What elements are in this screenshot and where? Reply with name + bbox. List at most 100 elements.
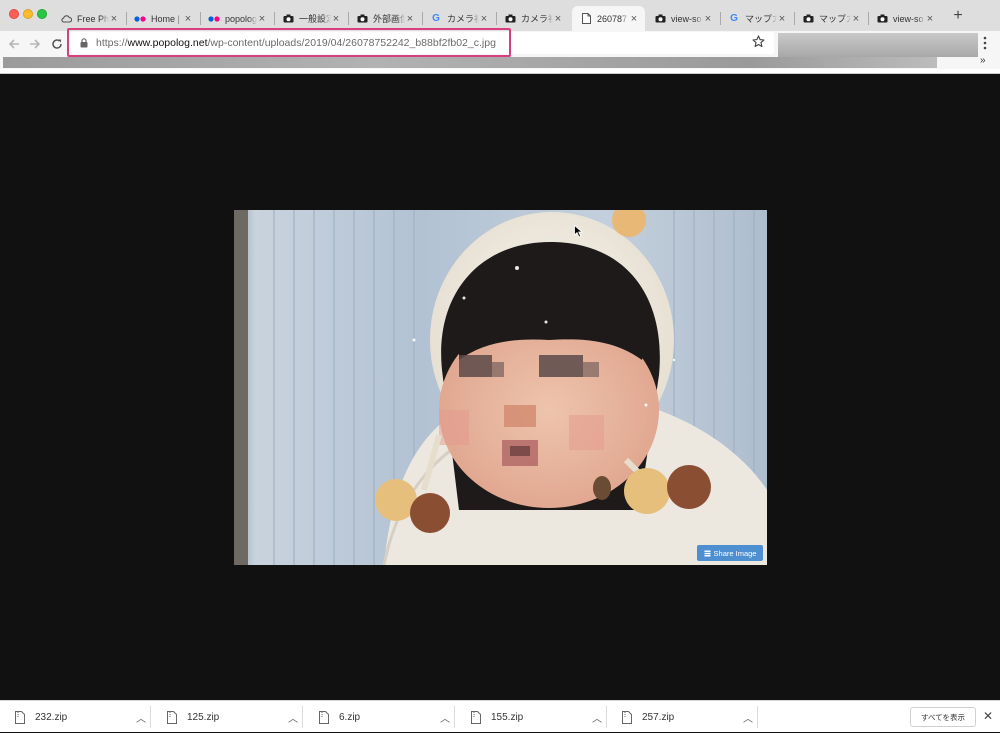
download-filename: 257.zip	[642, 711, 675, 723]
close-window-button[interactable]	[9, 9, 19, 19]
tab-3[interactable]: 一般設定 ×	[274, 6, 347, 31]
download-item[interactable]: 125.zip ︿	[152, 701, 303, 733]
download-item[interactable]: 6.zip ︿	[304, 701, 455, 733]
camera-icon	[356, 13, 368, 25]
file-icon	[471, 710, 481, 724]
more-vert-icon	[983, 36, 987, 50]
url-path: /wp-content/uploads/2019/04/26078752242_…	[207, 37, 496, 49]
download-filename: 125.zip	[187, 711, 220, 723]
share-stack-icon	[704, 550, 711, 556]
minimize-window-button[interactable]	[23, 9, 33, 19]
tab-title: popolog	[225, 13, 257, 24]
bookmarks-redacted	[3, 57, 937, 68]
tab-close-icon[interactable]: ×	[629, 13, 639, 24]
tab-2[interactable]: popolog ×	[200, 6, 273, 31]
chevron-up-icon[interactable]: ︿	[587, 710, 607, 725]
address-bar[interactable]: https://www.popolog.net/wp-content/uploa…	[69, 32, 774, 54]
tab-title: view-so	[671, 13, 702, 24]
camera-icon	[802, 13, 814, 25]
tab-close-icon[interactable]: ×	[109, 13, 119, 24]
file-icon	[167, 710, 177, 724]
star-icon	[752, 35, 765, 48]
tab-close-icon[interactable]: ×	[183, 13, 193, 24]
flickr-icon	[208, 13, 220, 25]
tab-title: 外部画像	[373, 14, 405, 24]
url-scheme: https://	[96, 37, 128, 49]
chevron-up-icon[interactable]: ︿	[738, 710, 758, 725]
tab-close-icon[interactable]: ×	[925, 13, 935, 24]
tab-close-icon[interactable]: ×	[479, 13, 489, 24]
tab-title: 一般設定	[299, 14, 331, 24]
reload-button[interactable]	[47, 34, 67, 54]
camera-icon	[282, 13, 294, 25]
download-filename: 6.zip	[339, 711, 361, 723]
file-icon	[622, 710, 632, 724]
lock-icon	[80, 38, 88, 48]
google-icon: G	[730, 13, 738, 24]
tab-0[interactable]: Free Pho ×	[52, 6, 125, 31]
tab-title: カメラ初	[521, 14, 553, 24]
reload-icon	[52, 39, 62, 49]
tab-10[interactable]: マップカ ×	[794, 6, 867, 31]
bookmarks-bar: »	[0, 55, 1000, 69]
chevron-up-icon[interactable]: ︿	[435, 710, 455, 725]
close-shelf-button[interactable]: ✕	[982, 709, 994, 723]
download-item[interactable]: 155.zip ︿	[456, 701, 607, 733]
tab-title: マップカ	[819, 14, 851, 24]
tab-close-icon[interactable]: ×	[851, 13, 861, 24]
arrow-left-icon	[8, 39, 19, 49]
forward-button[interactable]	[25, 34, 45, 54]
chevron-up-icon[interactable]: ︿	[131, 710, 151, 725]
url-host: www.popolog.net	[127, 37, 208, 49]
mouse-cursor-icon	[574, 225, 583, 238]
google-icon: G	[432, 13, 440, 24]
tab-8[interactable]: view-so ×	[646, 6, 719, 31]
navigation-toolbar: https://www.popolog.net/wp-content/uploa…	[0, 28, 1000, 57]
tab-4[interactable]: 外部画像 ×	[348, 6, 421, 31]
bookmarks-overflow-button[interactable]: »	[980, 55, 986, 66]
zoom-window-button[interactable]	[37, 9, 47, 19]
tab-title: カメラ初	[447, 14, 479, 24]
camera-icon	[504, 13, 516, 25]
camera-icon	[876, 13, 888, 25]
show-all-downloads-button[interactable]: すべてを表示	[910, 707, 976, 727]
photo-child-in-snow	[234, 210, 767, 565]
tab-title: Free Pho	[77, 13, 109, 24]
tab-9[interactable]: G マップカ ×	[720, 6, 793, 31]
bookmark-star-button[interactable]	[752, 35, 766, 49]
camera-icon	[654, 13, 666, 25]
download-filename: 155.zip	[491, 711, 524, 723]
browser-menu-button[interactable]	[981, 36, 989, 52]
cloud-icon	[60, 13, 72, 25]
download-item[interactable]: 257.zip ︿	[607, 701, 758, 733]
share-image-label: Share Image	[713, 548, 757, 558]
share-image-button[interactable]: Share Image	[697, 545, 763, 561]
extensions-area	[778, 33, 978, 57]
tab-close-icon[interactable]: ×	[405, 13, 415, 24]
file-icon	[319, 710, 329, 724]
tab-6[interactable]: カメラ初 ×	[496, 6, 569, 31]
tab-close-icon[interactable]: ×	[331, 13, 341, 24]
chevron-up-icon[interactable]: ︿	[283, 710, 303, 725]
document-icon	[580, 13, 592, 25]
tab-1[interactable]: Home | I ×	[126, 6, 199, 31]
tab-strip: Free Pho × Home | I × popolog × 一般設定 × 外…	[0, 0, 1000, 31]
tab-7-active[interactable]: 260787 ×	[572, 6, 645, 31]
tab-close-icon[interactable]: ×	[703, 13, 713, 24]
back-button[interactable]	[4, 34, 24, 54]
flickr-icon	[134, 13, 146, 25]
tab-close-icon[interactable]: ×	[777, 13, 787, 24]
new-tab-button[interactable]: +	[950, 8, 966, 24]
tab-title: view-so	[893, 13, 924, 24]
tab-title: 260787	[597, 13, 628, 24]
tab-11[interactable]: view-so ×	[868, 6, 941, 31]
tab-close-icon[interactable]: ×	[553, 13, 563, 24]
tab-5[interactable]: G カメラ初 ×	[422, 6, 495, 31]
download-shelf: 232.zip ︿ 125.zip ︿ 6.zip ︿ 155.zip ︿ 25…	[0, 700, 1000, 732]
download-filename: 232.zip	[35, 711, 68, 723]
download-item[interactable]: 232.zip ︿	[0, 701, 151, 733]
image-viewer	[0, 74, 1000, 700]
tab-close-icon[interactable]: ×	[257, 13, 267, 24]
tab-title: Home | I	[151, 13, 183, 24]
tab-title: マップカ	[745, 14, 777, 24]
